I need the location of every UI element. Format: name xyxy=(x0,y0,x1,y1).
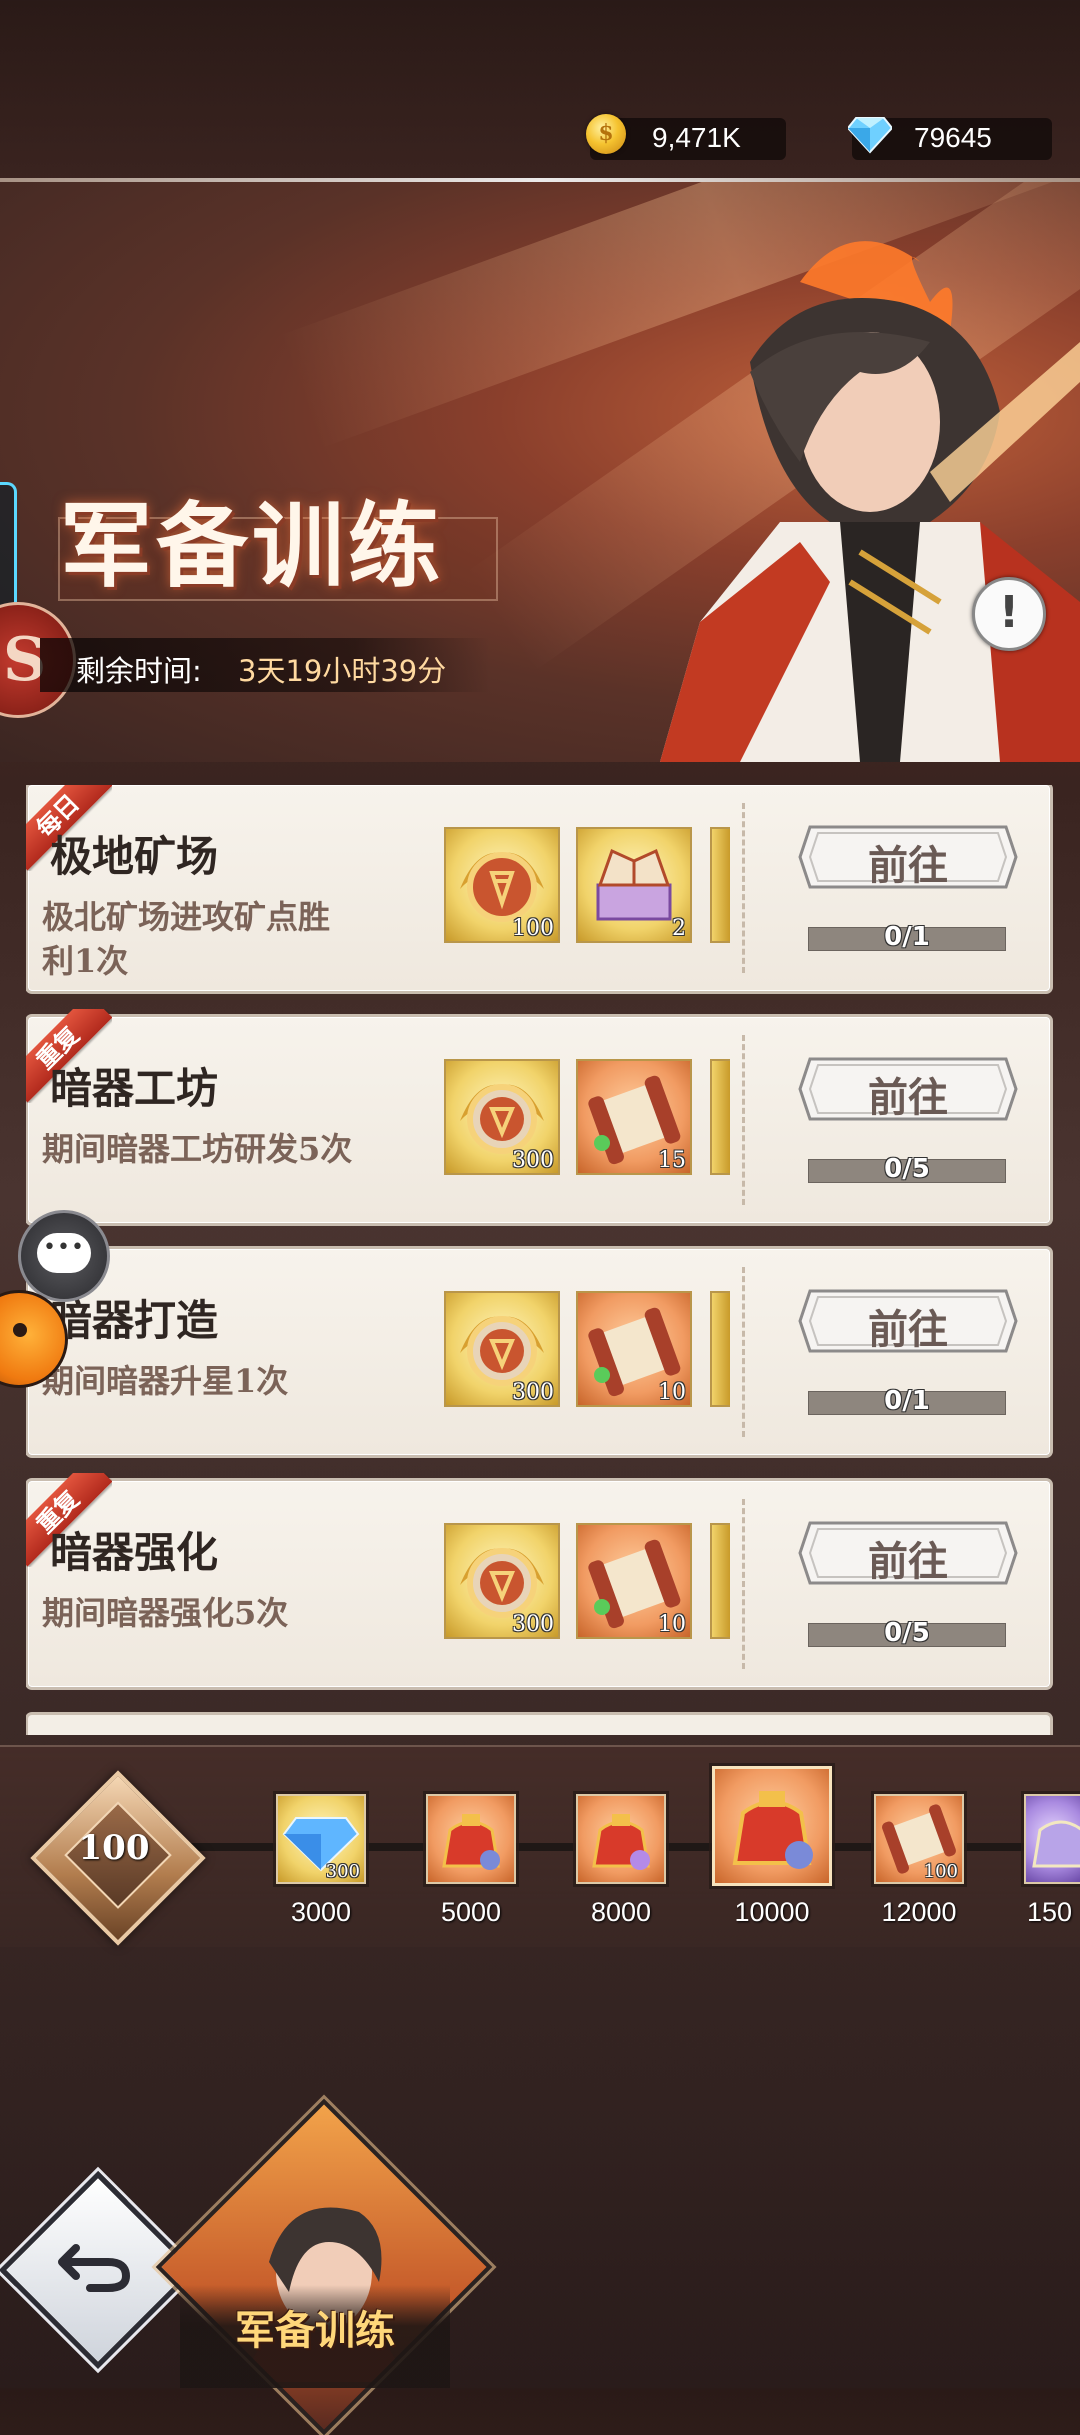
gold-coin-icon xyxy=(586,114,626,154)
reward-item[interactable]: 10 xyxy=(576,1523,692,1639)
card-divider xyxy=(742,803,745,973)
exclamation-icon: ! xyxy=(998,587,1020,638)
milestone-label: 3000 xyxy=(290,1897,352,1927)
gem-currency[interactable]: 79645 xyxy=(848,117,1052,160)
reward-count: 10 xyxy=(658,1380,686,1405)
gold-amount: 9,471K xyxy=(652,122,741,153)
card-divider xyxy=(742,1267,745,1437)
gift-bag-icon xyxy=(592,1814,650,1870)
reward-count: 300 xyxy=(325,1861,360,1882)
reward-item[interactable]: 300 xyxy=(444,1291,560,1407)
task-card: 重复 暗器强化 期间暗器强化5次 300 10 前往 0/5 xyxy=(26,1473,1050,1687)
milestone-label: 8000 xyxy=(590,1897,652,1927)
back-arrow-icon xyxy=(58,2244,131,2292)
card-divider xyxy=(742,1035,745,1205)
hero-character-art xyxy=(660,241,1080,762)
reward-count: 300 xyxy=(512,1148,554,1173)
event-title: 军备训练 xyxy=(60,492,445,600)
task-card: 暗器打造 期间暗器升星1次 300 10 前往 0/1 xyxy=(28,1249,1050,1455)
milestone-reward[interactable]: 300 xyxy=(276,1794,366,1884)
reward-count: 300 xyxy=(512,1612,554,1637)
card-divider xyxy=(742,1499,745,1669)
task-progress-text: 0/1 xyxy=(884,922,930,952)
task-title: 极地矿场 xyxy=(50,832,219,881)
task-progress-bar: 0/1 xyxy=(808,1386,1006,1416)
go-button[interactable]: 前往 xyxy=(798,1521,1018,1585)
reward-item-partial[interactable] xyxy=(710,1291,730,1407)
reward-item[interactable]: 300 xyxy=(444,1059,560,1175)
reward-count: 300 xyxy=(512,1380,554,1405)
reward-count: 100 xyxy=(923,1861,958,1882)
task-progress-text: 0/5 xyxy=(884,1154,930,1184)
reward-item[interactable]: 10 xyxy=(576,1291,692,1407)
reward-count: 15 xyxy=(658,1148,686,1173)
milestone-reward[interactable] xyxy=(1024,1794,1080,1884)
gold-currency[interactable]: 9,471K xyxy=(586,114,786,160)
task-title: 暗器工坊 xyxy=(50,1064,219,1113)
reward-item[interactable]: 100 xyxy=(444,827,560,943)
task-progress-bar: 0/1 xyxy=(808,922,1006,952)
milestone-label: 10000 xyxy=(734,1897,810,1927)
timer-label: 剩余时间: xyxy=(76,654,202,688)
remaining-time: 剩余时间: 3天19小时39分 xyxy=(40,638,490,692)
reward-item-partial[interactable] xyxy=(710,1523,730,1639)
reward-item[interactable]: 300 xyxy=(444,1523,560,1639)
task-description: 期间暗器强化5次 xyxy=(42,1594,289,1632)
go-button-label: 前往 xyxy=(868,1074,948,1121)
task-description: 期间暗器升星1次 xyxy=(42,1362,289,1400)
reward-item-partial[interactable] xyxy=(710,1059,730,1175)
reward-count: 100 xyxy=(512,916,554,941)
reward-item[interactable]: 15 xyxy=(576,1059,692,1175)
go-button-label: 前往 xyxy=(868,1306,948,1353)
go-button-label: 前往 xyxy=(868,842,948,889)
event-banner: 军备训练 剩余时间: 3天19小时39分 ! xyxy=(0,182,1080,762)
timer-value: 3天19小时39分 xyxy=(238,654,447,688)
gift-bag-icon xyxy=(732,1791,813,1869)
purple-bag-icon xyxy=(1032,1820,1080,1868)
task-card-partial xyxy=(28,1715,1050,1735)
task-description: 极北矿场进攻矿点胜利1次 xyxy=(42,898,331,980)
task-list[interactable]: 每日 极地矿场 极北矿场进攻矿点胜利1次 100 2 前往 0/1 重复 暗器工… xyxy=(26,785,1054,1735)
go-button-label: 前往 xyxy=(868,1538,948,1585)
gem-amount: 79645 xyxy=(914,122,992,153)
milestone-reward[interactable]: 100 xyxy=(874,1794,964,1884)
task-progress-text: 0/5 xyxy=(884,1618,930,1648)
reward-item-partial[interactable] xyxy=(710,827,730,943)
gift-bag-icon xyxy=(442,1814,500,1870)
level-value: 100 xyxy=(78,1828,150,1868)
task-card: 每日 极地矿场 极北矿场进攻矿点胜利1次 100 2 前往 0/1 xyxy=(26,785,1050,991)
task-title: 暗器强化 xyxy=(50,1528,219,1577)
go-button[interactable]: 前往 xyxy=(798,1057,1018,1121)
reward-count: 2 xyxy=(672,916,686,941)
milestone-label: 150 xyxy=(1027,1897,1073,1927)
task-progress-text: 0/1 xyxy=(884,1386,930,1416)
task-card: 重复 暗器工坊 期间暗器工坊研发5次 300 15 前往 0/5 xyxy=(26,1009,1050,1223)
milestone-reward[interactable] xyxy=(426,1794,516,1884)
task-progress-bar: 0/5 xyxy=(808,1618,1006,1648)
info-button[interactable]: ! xyxy=(972,577,1046,651)
diamond-icon xyxy=(848,114,892,154)
reward-item[interactable]: 2 xyxy=(576,827,692,943)
milestone-reward[interactable] xyxy=(712,1766,832,1886)
milestone-label: 12000 xyxy=(881,1897,957,1927)
task-description: 期间暗器工坊研发5次 xyxy=(42,1130,353,1168)
go-button[interactable]: 前往 xyxy=(798,1289,1018,1353)
chat-button[interactable] xyxy=(18,1210,110,1302)
milestone-label: 5000 xyxy=(440,1897,502,1927)
milestone-reward[interactable] xyxy=(576,1794,666,1884)
reward-count: 10 xyxy=(658,1612,686,1637)
chat-bubble-icon xyxy=(37,1233,91,1273)
portrait-name: 军备训练 xyxy=(235,2307,395,2354)
task-progress-bar: 0/5 xyxy=(808,1154,1006,1184)
go-button[interactable]: 前往 xyxy=(798,825,1018,889)
